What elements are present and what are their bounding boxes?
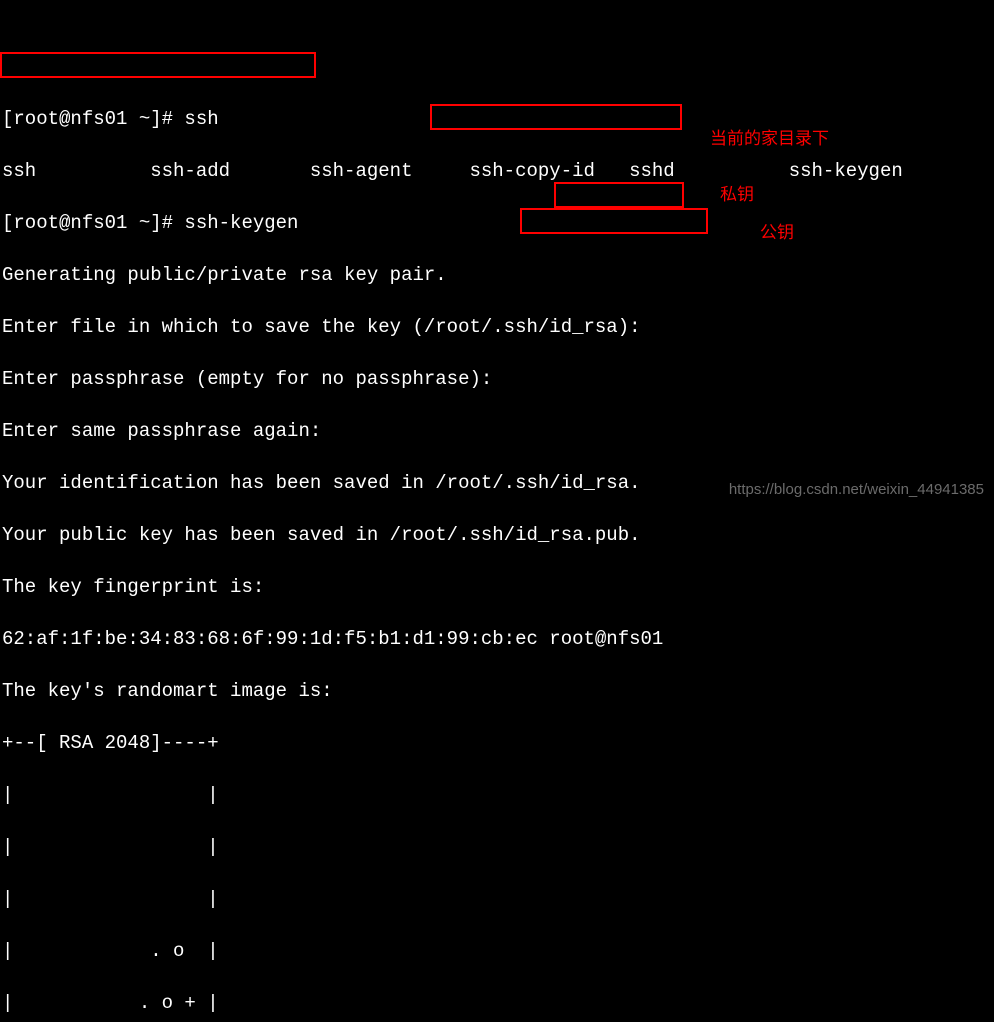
- terminal-text: | . o |: [2, 940, 219, 962]
- terminal-line: Enter file in which to save the key (/ro…: [2, 314, 994, 340]
- terminal-text: The key's randomart image is:: [2, 680, 333, 702]
- watermark: https://blog.csdn.net/weixin_44941385: [729, 477, 984, 503]
- terminal-text: [root@nfs01 ~]# ssh-keygen: [2, 212, 298, 234]
- terminal-line: [root@nfs01 ~]# ssh: [2, 106, 994, 132]
- terminal-text: | |: [2, 836, 219, 858]
- terminal-line: The key's randomart image is:: [2, 678, 994, 704]
- terminal-text: Your identification has been saved in /r…: [2, 472, 641, 494]
- terminal-text: The key fingerprint is:: [2, 576, 264, 598]
- terminal-line: | . o |: [2, 938, 994, 964]
- terminal-text: +--[ RSA 2048]----+: [2, 732, 219, 754]
- terminal-text: ssh ssh-add ssh-agent ssh-copy-id sshd s…: [2, 160, 937, 182]
- terminal-line: Enter same passphrase again:: [2, 418, 994, 444]
- highlight-box-command: [0, 52, 316, 78]
- terminal-text: | |: [2, 784, 219, 806]
- terminal-line: ssh ssh-add ssh-agent ssh-copy-id sshd s…: [2, 158, 994, 184]
- terminal-line: | . o + |: [2, 990, 994, 1016]
- terminal-line: [root@nfs01 ~]# ssh-keygen: [2, 210, 994, 236]
- terminal-line: | |: [2, 782, 994, 808]
- terminal-line: | |: [2, 886, 994, 912]
- terminal-text: 62:af:1f:be:34:83:68:6f:99:1d:f5:b1:d1:9…: [2, 628, 663, 650]
- terminal-text: Enter same passphrase again:: [2, 420, 321, 442]
- terminal-line: Generating public/private rsa key pair.: [2, 262, 994, 288]
- terminal-text: | . o + |: [2, 992, 219, 1014]
- highlight-box-private-key: [554, 182, 684, 208]
- terminal-text: Enter file in which to save the key (/ro…: [2, 316, 641, 338]
- terminal-text: Enter passphrase (empty for no passphras…: [2, 368, 492, 390]
- terminal-text: Your public key has been saved in /root/…: [2, 524, 641, 546]
- annotation-label-private: 私钥: [720, 184, 754, 210]
- terminal-line: Your public key has been saved in /root/…: [2, 522, 994, 548]
- terminal-line: The key fingerprint is:: [2, 574, 994, 600]
- terminal-text: | |: [2, 888, 219, 910]
- terminal-text: [root@nfs01 ~]# ssh: [2, 108, 219, 130]
- terminal-line: Enter passphrase (empty for no passphras…: [2, 366, 994, 392]
- terminal-line: 62:af:1f:be:34:83:68:6f:99:1d:f5:b1:d1:9…: [2, 626, 994, 652]
- terminal-line: +--[ RSA 2048]----+: [2, 730, 994, 756]
- terminal-line: | |: [2, 834, 994, 860]
- terminal-text: Generating public/private rsa key pair.: [2, 264, 447, 286]
